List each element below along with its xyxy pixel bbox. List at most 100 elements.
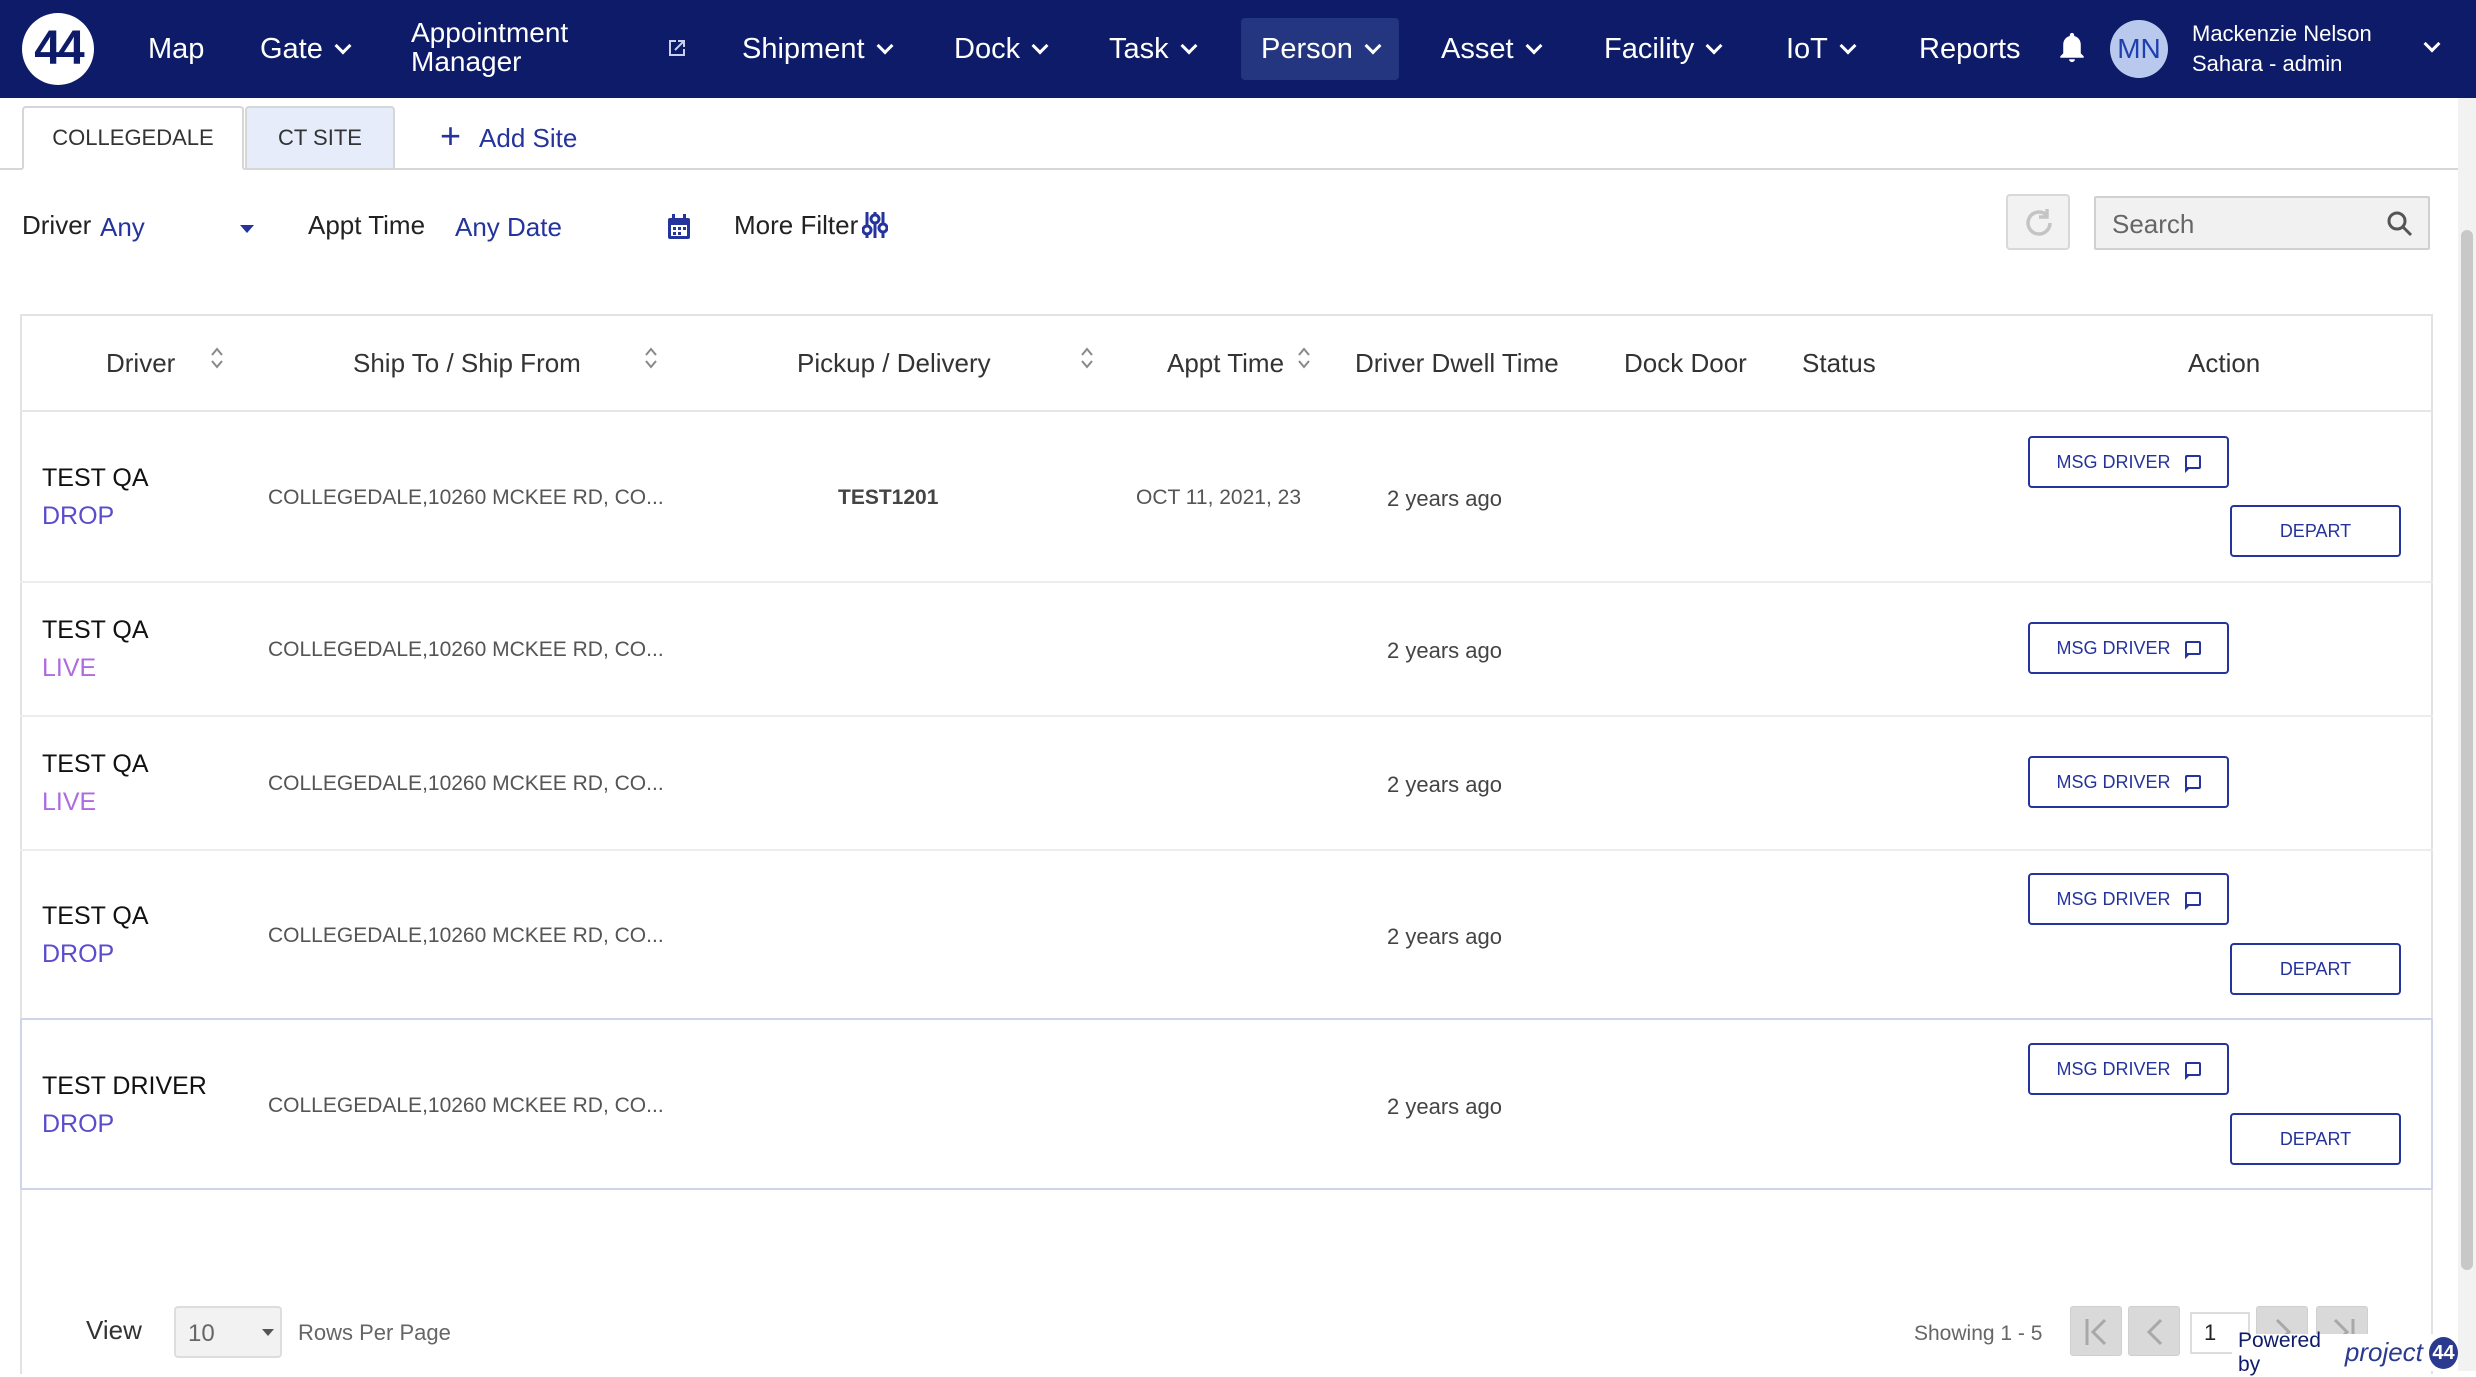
chevron-down-icon — [1180, 37, 1198, 55]
more-filter-button[interactable]: More Filter — [734, 210, 858, 241]
col-driver-dwell-time: Driver Dwell Time — [1355, 348, 1559, 378]
caret-down-icon[interactable] — [240, 225, 254, 233]
rows-per-page-value: 10 — [188, 1320, 215, 1347]
chevron-down-icon[interactable] — [2423, 35, 2441, 53]
nav-appointment-manager[interactable]: Appointment Manager — [411, 18, 611, 76]
nav-gate-label: Gate — [260, 32, 323, 65]
msg-driver-button[interactable]: MSG DRIVER — [2028, 873, 2229, 925]
nav-person[interactable]: Person — [1241, 18, 1399, 80]
depart-button[interactable]: DEPART — [2230, 505, 2401, 557]
nav-asset[interactable]: Asset — [1441, 0, 1543, 98]
external-link-icon[interactable] — [665, 36, 689, 60]
nav-iot[interactable]: IoT — [1786, 0, 1857, 98]
rows-per-page-select[interactable]: 10 — [174, 1306, 282, 1358]
ship-address: COLLEGEDALE,10260 MCKEE RD, CO... — [268, 486, 664, 509]
top-navbar: 44 Map Gate Appointment Manager Shipment… — [0, 0, 2476, 98]
nav-shipment[interactable]: Shipment — [742, 0, 894, 98]
appt-time-label: Appt Time — [308, 210, 426, 240]
chevron-down-icon — [1525, 37, 1543, 55]
depart-button[interactable]: DEPART — [2230, 943, 2401, 995]
row-divider — [20, 849, 2433, 851]
msg-driver-button[interactable]: MSG DRIVER — [2028, 622, 2229, 674]
search-input[interactable] — [2112, 206, 2382, 242]
rows-per-page-label: Rows Per Page — [298, 1320, 451, 1345]
dwell-time: 2 years ago — [1387, 1094, 1502, 1119]
row-divider — [20, 581, 2433, 583]
chevron-left-icon — [2146, 1318, 2163, 1346]
nav-gate[interactable]: Gate — [260, 0, 352, 98]
dwell-time: 2 years ago — [1387, 772, 1502, 797]
nav-task[interactable]: Task — [1109, 0, 1198, 98]
chevron-down-icon — [1839, 37, 1857, 55]
load-type: LIVE — [42, 654, 97, 682]
app-logo[interactable]: 44 — [22, 13, 94, 85]
appt-time: OCT 11, 2021, 23: — [1136, 486, 1302, 509]
sort-icon[interactable] — [644, 344, 658, 372]
sort-icon[interactable] — [1080, 344, 1094, 372]
sort-icon[interactable] — [210, 344, 224, 372]
msg-driver-button[interactable]: MSG DRIVER — [2028, 756, 2229, 808]
plus-icon: + — [440, 115, 462, 156]
col-action: Action — [2188, 348, 2261, 378]
nav-iot-label: IoT — [1786, 32, 1828, 65]
chat-icon — [2184, 892, 2201, 910]
refresh-icon — [2026, 209, 2052, 236]
msg-driver-label: MSG DRIVER — [2056, 637, 2171, 658]
refresh-button[interactable] — [2006, 194, 2070, 250]
col-dock-door: Dock Door — [1624, 348, 1747, 378]
bell-icon[interactable] — [2054, 30, 2090, 68]
filter-sliders-icon[interactable] — [862, 210, 888, 240]
row-divider — [20, 715, 2433, 717]
msg-driver-button[interactable]: MSG DRIVER — [2028, 436, 2229, 488]
user-menu[interactable]: Mackenzie Nelson Sahara - admin — [2192, 19, 2372, 79]
header-divider — [20, 410, 2433, 412]
avatar[interactable]: MN — [2110, 20, 2168, 78]
nav-reports[interactable]: Reports — [1919, 0, 2021, 98]
tab-ct-site[interactable]: CT SITE — [245, 106, 395, 170]
chat-icon — [2184, 1062, 2201, 1080]
driver-filter-select[interactable]: Any — [100, 212, 145, 243]
driver-name: TEST DRIVER — [42, 1072, 207, 1100]
user-org: Sahara - admin — [2192, 51, 2343, 76]
nav-map[interactable]: Map — [148, 0, 204, 98]
col-appt-time[interactable]: Appt Time — [1167, 348, 1284, 379]
col-pickup-delivery[interactable]: Pickup / Delivery — [797, 348, 991, 379]
dwell-time: 2 years ago — [1387, 486, 1502, 511]
nav-facility[interactable]: Facility — [1604, 0, 1723, 98]
first-page-button[interactable] — [2070, 1306, 2122, 1356]
chevron-down-icon — [876, 37, 894, 55]
col-driver[interactable]: Driver — [106, 348, 175, 379]
nav-dock[interactable]: Dock — [954, 0, 1049, 98]
chevron-down-icon — [334, 37, 352, 55]
ship-address: COLLEGEDALE,10260 MCKEE RD, CO... — [268, 924, 664, 947]
tab-collegedale[interactable]: COLLEGEDALE — [22, 106, 244, 170]
load-type: DROP — [42, 502, 115, 530]
msg-driver-button[interactable]: MSG DRIVER — [2028, 1043, 2229, 1095]
calendar-icon[interactable] — [666, 213, 692, 241]
col-status: Status — [1802, 348, 1876, 378]
load-type: DROP — [42, 940, 115, 968]
dwell-time: 2 years ago — [1387, 924, 1502, 949]
ship-address: COLLEGEDALE,10260 MCKEE RD, CO... — [268, 1094, 664, 1117]
chevron-down-icon — [1364, 37, 1382, 55]
prev-page-button[interactable] — [2128, 1306, 2180, 1356]
search-icon[interactable] — [2386, 210, 2414, 238]
add-site-button[interactable]: + Add Site — [440, 115, 578, 158]
appt-date-input[interactable]: Any Date — [455, 212, 562, 243]
nav-asset-label: Asset — [1441, 32, 1514, 65]
nav-facility-label: Facility — [1604, 32, 1695, 65]
powered-by-badge: Powered by project 44 — [2232, 1329, 2458, 1376]
col-ship-to-from[interactable]: Ship To / Ship From — [353, 348, 581, 379]
chat-icon — [2184, 641, 2201, 659]
add-site-label: Add Site — [479, 122, 578, 153]
driver-name: TEST QA — [42, 616, 149, 644]
scrollbar-thumb[interactable] — [2461, 230, 2473, 1270]
msg-driver-label: MSG DRIVER — [2056, 1058, 2171, 1079]
sort-icon[interactable] — [1297, 344, 1311, 372]
ship-address: COLLEGEDALE,10260 MCKEE RD, CO... — [268, 772, 664, 795]
driver-name: TEST QA — [42, 750, 149, 778]
chat-icon — [2184, 775, 2201, 793]
user-name: Mackenzie Nelson — [2192, 21, 2372, 46]
nav-reports-label: Reports — [1919, 32, 2021, 65]
depart-button[interactable]: DEPART — [2230, 1113, 2401, 1165]
